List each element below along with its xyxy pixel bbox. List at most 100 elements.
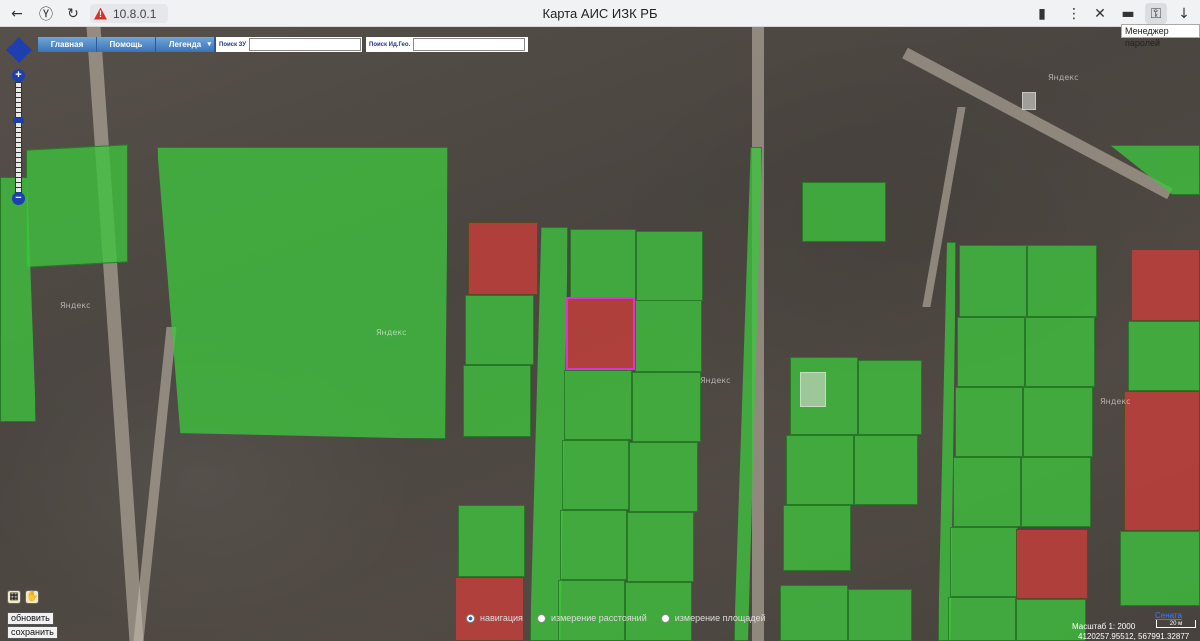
land-plot[interactable] [1120, 531, 1200, 606]
browser-toolbar: ← Ⓨ ↻ 10.8.0.1 Карта АИС ИЗК РБ ▮ ⋮ ✕ ▬ … [0, 0, 1200, 27]
land-plot[interactable] [157, 147, 448, 439]
land-plot-denied[interactable] [455, 577, 524, 641]
pan-down-icon[interactable] [14, 58, 24, 68]
zoom-slider-thumb[interactable] [13, 118, 24, 123]
scale-text: Масштаб 1: 2000 [1072, 622, 1136, 631]
scale-bar: 20 м [1156, 620, 1196, 628]
land-plot[interactable] [625, 582, 692, 641]
dirt-road [86, 27, 144, 641]
radio-distance[interactable] [536, 613, 546, 623]
land-plot[interactable] [1025, 317, 1095, 387]
land-plot[interactable] [558, 580, 625, 641]
page-title: Карта АИС ИЗК РБ [542, 6, 658, 21]
mode-area[interactable]: измерение площадей [660, 613, 766, 623]
map-watermark: Яндекс [60, 301, 91, 310]
download-icon[interactable]: ↓ [1173, 3, 1195, 24]
land-plot[interactable] [783, 505, 851, 571]
mode-label: измерение расстояний [550, 613, 647, 623]
map-watermark: Яндекс [1048, 73, 1079, 82]
search-geo-input[interactable] [413, 38, 526, 51]
land-plot[interactable] [1016, 599, 1086, 641]
menu-help[interactable]: Помощь [97, 37, 156, 52]
land-plot[interactable] [458, 505, 525, 577]
search-zu-box: Поиск ЗУ [216, 37, 362, 52]
menu-home[interactable]: Главная [38, 37, 97, 52]
land-plot[interactable] [955, 387, 1023, 457]
land-plot[interactable] [1021, 457, 1091, 527]
land-plot[interactable] [26, 144, 128, 268]
password-manager-icon[interactable]: ⚿ [1145, 3, 1167, 24]
ruler-icon[interactable]: ▦ [7, 590, 21, 604]
land-plot-selected[interactable] [566, 297, 635, 370]
land-plot[interactable] [564, 370, 632, 440]
coordinates-text: 4120257.95512, 567991.32877 [1078, 632, 1190, 641]
more-icon[interactable]: ⋮ [1063, 3, 1085, 24]
land-plot[interactable] [562, 440, 629, 510]
password-manager-tooltip: Менеджер паролей [1121, 24, 1200, 48]
land-plot[interactable] [1027, 245, 1097, 317]
radio-navigation[interactable] [466, 613, 475, 623]
mode-navigation[interactable]: навигация [466, 613, 523, 623]
land-plot[interactable] [636, 231, 703, 301]
land-plot[interactable] [570, 229, 636, 299]
land-plot-denied[interactable] [1016, 529, 1088, 599]
land-plot-denied[interactable] [1124, 391, 1200, 531]
land-plot[interactable] [463, 365, 531, 437]
refresh-button[interactable]: обновить [7, 612, 54, 625]
map-mode-selector: навигация измерение расстояний измерение… [466, 613, 766, 623]
search-zu-label: Поиск ЗУ [219, 41, 246, 48]
land-plot[interactable] [848, 589, 912, 641]
land-plot[interactable] [560, 510, 627, 580]
pan-left-icon[interactable] [1, 45, 11, 55]
land-plot[interactable] [627, 512, 694, 582]
bookmark-icon[interactable]: ▮ [1031, 3, 1053, 24]
land-plot[interactable] [629, 442, 698, 512]
map-watermark: Яндекс [376, 328, 407, 337]
zoom-slider[interactable] [15, 82, 22, 194]
land-plot[interactable] [465, 295, 534, 365]
mode-label: навигация [480, 613, 523, 623]
building [1022, 92, 1036, 110]
land-plot[interactable] [635, 300, 702, 372]
land-plot[interactable] [786, 435, 854, 505]
map-watermark: Яндекс [1100, 397, 1131, 406]
land-plot-denied[interactable] [468, 222, 538, 295]
dirt-road [133, 327, 177, 641]
land-plot[interactable] [780, 585, 848, 641]
pan-right-icon[interactable] [27, 45, 37, 55]
search-zu-input[interactable] [248, 38, 361, 51]
land-plot[interactable] [948, 597, 1016, 641]
pan-up-icon[interactable] [14, 32, 24, 42]
search-geo-label: Поиск Ид.Гео. [369, 41, 411, 48]
land-plot[interactable] [953, 457, 1021, 527]
land-plot-denied[interactable] [1131, 249, 1200, 321]
land-plot[interactable] [1128, 321, 1200, 391]
hand-icon[interactable]: ✋ [25, 590, 39, 604]
map-watermark: Яндекс [700, 376, 731, 385]
land-plot[interactable] [957, 317, 1025, 387]
search-geo-box: Поиск Ид.Гео. [366, 37, 528, 52]
save-button[interactable]: сохранить [7, 626, 58, 639]
land-plot[interactable] [1023, 387, 1093, 457]
select-link[interactable]: Сената [1155, 611, 1182, 620]
extension-icon[interactable]: ✕ [1089, 3, 1111, 24]
mode-label: измерение площадей [674, 613, 766, 623]
land-plot[interactable] [959, 245, 1027, 317]
building [800, 372, 826, 407]
menu-legend[interactable]: Легенда [156, 37, 215, 52]
zoom-out-button[interactable]: − [12, 192, 25, 205]
map-canvas[interactable]: Яндекс Яндекс Яндекс Яндекс Яндекс [0, 27, 1200, 641]
land-plot[interactable] [858, 360, 922, 435]
pan-center-icon [10, 41, 28, 59]
protect-icon[interactable]: ▬ [1117, 3, 1139, 24]
mode-distance[interactable]: измерение расстояний [536, 613, 647, 623]
radio-area[interactable] [660, 613, 670, 623]
pan-control[interactable] [6, 37, 32, 63]
land-plot[interactable] [950, 527, 1018, 597]
land-plot[interactable] [854, 435, 918, 505]
land-plot[interactable] [802, 182, 886, 242]
dirt-road [902, 47, 1173, 200]
zoom-in-button[interactable]: + [12, 69, 25, 82]
land-plot[interactable] [632, 372, 701, 442]
map-toolbar: Главная Помощь Легенда [38, 37, 215, 52]
